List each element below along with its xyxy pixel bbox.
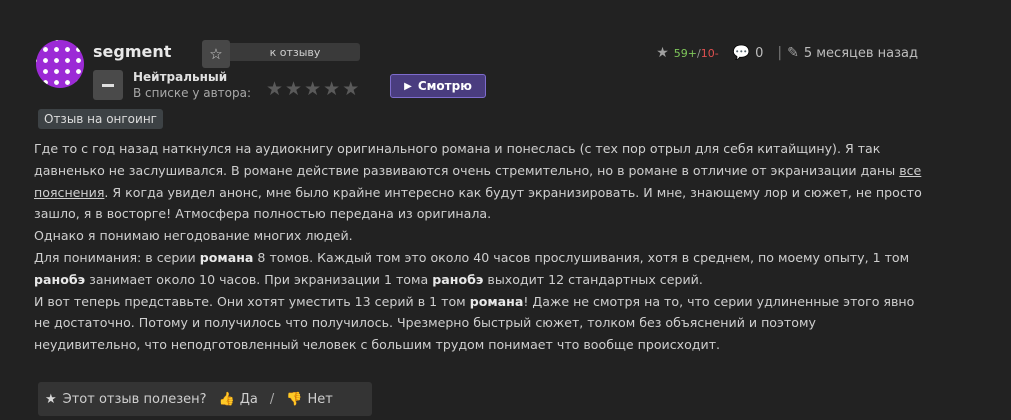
comments-icon[interactable]: 💬: [733, 45, 750, 61]
username[interactable]: segment: [93, 42, 171, 61]
rating-star-icon: ★: [304, 78, 324, 100]
helpful-separator: /: [269, 391, 275, 407]
rating-star-icon: ★: [285, 78, 305, 100]
avatar[interactable]: [36, 40, 84, 88]
watching-status-button[interactable]: ▶ Смотрю: [390, 74, 486, 98]
review-paragraph: И вот теперь представьте. Они хотят умес…: [34, 293, 915, 353]
helpful-yes-button[interactable]: Да: [240, 392, 258, 407]
star-outline-icon: ☆: [209, 45, 223, 63]
helpful-bar: ★ Этот отзыв полезен? 👍 Да / 👎 Нет: [38, 382, 372, 416]
neutral-rating-icon: [93, 70, 123, 100]
in-list-label: В списке у автора:: [133, 86, 252, 100]
pen-icon: ✎: [787, 45, 799, 61]
review-sentiment: Нейтральный: [133, 70, 228, 84]
thumbs-down-icon[interactable]: 👎: [286, 392, 302, 407]
author-rating-stars: ★★★★★: [266, 79, 361, 99]
review-meta: ★ 59+ / 10- 💬 0 | ✎ 5 месяцев назад: [656, 45, 918, 61]
to-review-link[interactable]: к отзыву: [230, 43, 360, 61]
review-paragraph: Однако я понимаю негодование многих люде…: [34, 228, 353, 244]
review-paragraph: Для понимания: в серии романа 8 томов. К…: [34, 249, 910, 287]
add-to-favorites-button[interactable]: ☆: [202, 40, 230, 68]
watching-status-label: Смотрю: [417, 79, 472, 93]
review-body: Где то с год назад наткнулся на аудиокни…: [34, 138, 924, 356]
helpful-question: Этот отзыв полезен?: [62, 391, 207, 407]
rating-star-icon: ★: [342, 78, 362, 100]
rating-star-icon: ★: [323, 78, 343, 100]
posted-time: 5 месяцев назад: [803, 45, 918, 61]
play-icon: ▶: [404, 80, 412, 92]
comments-count[interactable]: 0: [755, 46, 763, 61]
star-icon: ★: [45, 391, 57, 407]
rating-star-icon: ★: [266, 78, 286, 100]
star-icon: ★: [656, 45, 669, 61]
review-paragraph: Где то с год назад наткнулся на аудиокни…: [34, 141, 922, 222]
rating-minus: 10-: [700, 46, 719, 60]
divider-icon: |: [777, 45, 783, 61]
rating-plus: 59+: [673, 46, 697, 60]
thumbs-up-icon[interactable]: 👍: [219, 392, 235, 407]
ongoing-review-tag: Отзыв на онгоинг: [38, 109, 163, 129]
helpful-no-button[interactable]: Нет: [307, 392, 332, 407]
